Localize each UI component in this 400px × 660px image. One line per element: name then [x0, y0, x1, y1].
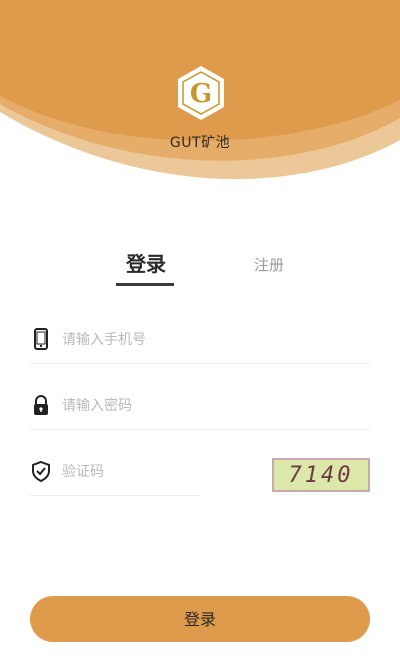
- phone-icon: [30, 328, 52, 350]
- captcha-input[interactable]: [60, 458, 194, 486]
- phone-divider: [30, 363, 370, 364]
- password-divider: [30, 429, 370, 430]
- tab-login[interactable]: 登录: [118, 248, 174, 277]
- phone-field: [30, 314, 370, 364]
- captcha-image[interactable]: 7140: [272, 458, 370, 492]
- captcha-divider: [30, 495, 200, 496]
- tab-active-indicator: [116, 283, 174, 286]
- captcha-field: [30, 446, 200, 496]
- auth-tabs: 登录 注册: [0, 244, 400, 294]
- phone-input[interactable]: [60, 326, 344, 354]
- shield-check-icon: [30, 460, 52, 483]
- lock-icon: [30, 394, 52, 416]
- login-submit-button[interactable]: 登录: [30, 596, 370, 642]
- password-field: [30, 380, 370, 430]
- app-name: GUT矿池: [169, 135, 231, 151]
- tab-register[interactable]: 注册: [244, 254, 294, 275]
- app-logo: G: [176, 64, 226, 122]
- password-input[interactable]: [60, 392, 344, 420]
- logo-letter: G: [190, 79, 212, 109]
- captcha-code: 7140: [288, 463, 354, 488]
